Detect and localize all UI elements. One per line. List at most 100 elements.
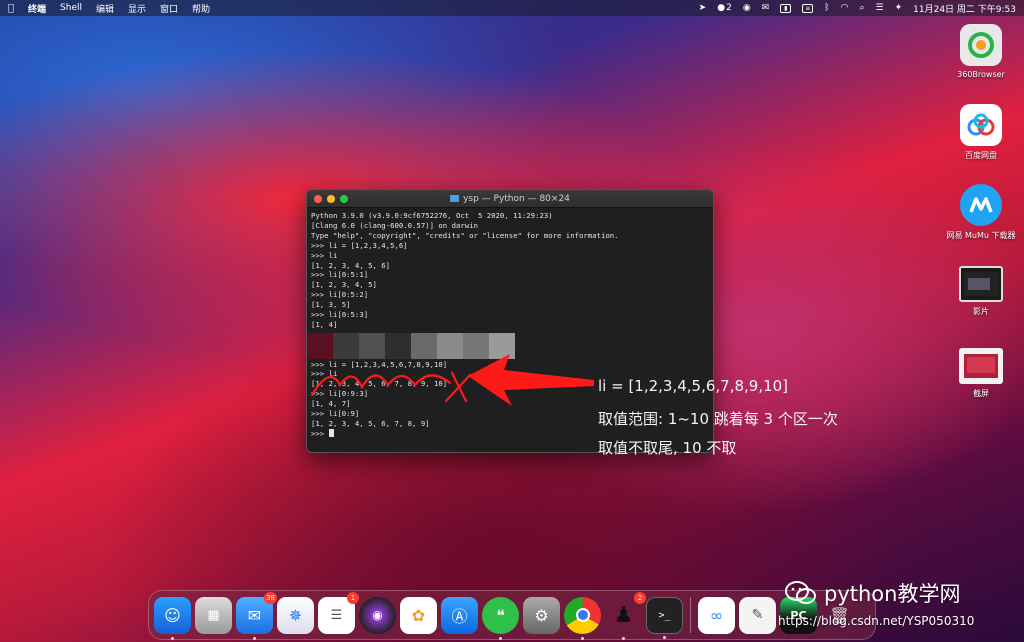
- annotation-line-2: 取值范围: 1~10 跳着每 3 个区一次: [598, 410, 838, 428]
- menu-help[interactable]: 帮助: [192, 2, 210, 15]
- desktop-icon-label: 截屏: [973, 389, 989, 398]
- zoom-button[interactable]: [340, 195, 348, 203]
- red-scribble-mark: [310, 371, 472, 403]
- wechat-icon: ❝: [496, 605, 505, 625]
- terminal-title: ysp — Python — 80×24: [463, 193, 570, 204]
- watermark-brand: python教学网: [784, 578, 960, 608]
- desktop-icon-screenshot[interactable]: 截屏: [946, 348, 1016, 399]
- terminal-line: [1, 4]: [311, 319, 338, 329]
- terminal-line: Type "help", "copyright", "credits" or "…: [311, 230, 619, 240]
- search-icon[interactable]: ⌕: [859, 3, 864, 13]
- annotation-line-1: li = [1,2,3,4,5,6,7,8,9,10]: [598, 377, 789, 395]
- watermark-url: https://blog.csdn.net/YSP050310: [778, 614, 975, 628]
- terminal-line: Python 3.9.0 (v3.9.0:9cf6752276, Oct 5 2…: [311, 211, 553, 220]
- bluetooth-icon[interactable]: ᛒ: [824, 3, 829, 13]
- reminders-badge: 1: [347, 591, 359, 604]
- wechat-status-icon[interactable]: ✉: [762, 3, 770, 13]
- apple-menu-icon[interactable]: : [8, 3, 14, 14]
- folder-icon: [450, 195, 460, 202]
- safari-compass-icon: ✵: [288, 605, 303, 625]
- annotation-line-3: 取值不取尾, 10 不取: [598, 439, 737, 457]
- screenshot-icon: [959, 348, 1003, 384]
- desktop-icon-baidu-netdisk[interactable]: 百度网盘: [946, 104, 1016, 161]
- terminal-line: >>> li: [311, 250, 338, 260]
- mail-badge: 38: [264, 591, 277, 604]
- dock-safari[interactable]: ✵: [277, 596, 314, 634]
- location-icon[interactable]: ➤: [699, 3, 707, 13]
- baidu-netdisk-dock-icon: ∞: [709, 605, 724, 625]
- user-icon: ●: [717, 3, 726, 13]
- running-indicator: [499, 636, 502, 640]
- desktop-icon-label: 360Browser: [957, 70, 1005, 79]
- menu-view[interactable]: 显示: [128, 2, 146, 15]
- dock-separator: [690, 597, 691, 633]
- siri-orb-icon: ◉: [372, 608, 383, 622]
- gear-icon: ⚙: [534, 605, 549, 625]
- app-store-icon: Ⓐ: [451, 607, 468, 626]
- dock-mail[interactable]: ✉ 38: [236, 591, 277, 640]
- wifi-icon[interactable]: ◠: [841, 3, 849, 13]
- clipboard-icon[interactable]: ≡: [802, 3, 814, 13]
- close-button[interactable]: [314, 195, 322, 203]
- battery-icon[interactable]: ▮: [780, 3, 792, 13]
- siri-icon[interactable]: ✦: [895, 3, 903, 13]
- dock-reminders[interactable]: ☰ 1: [318, 591, 359, 634]
- menu-edit[interactable]: 编辑: [96, 2, 114, 15]
- text-cursor: [328, 428, 334, 437]
- red-arrow-icon: [468, 354, 594, 406]
- qq-penguin-icon: ♟: [613, 602, 634, 628]
- desktop-icon-label: 网易 MuMu 下载器: [946, 231, 1016, 240]
- terminal-prompt: >>>: [311, 428, 329, 438]
- menu-window[interactable]: 窗口: [160, 2, 178, 15]
- terminal-line: >>> li[0:5:3]: [311, 310, 369, 320]
- media-icon[interactable]: ◉: [743, 3, 751, 13]
- dock-siri[interactable]: ◉: [359, 596, 396, 634]
- dock-chrome[interactable]: [564, 596, 601, 640]
- notification-status[interactable]: ● 2: [717, 3, 732, 13]
- reminders-icon: ☰: [330, 607, 343, 623]
- mumu-icon: [960, 184, 1002, 226]
- app-menu-terminal[interactable]: 终端: [28, 2, 46, 15]
- running-indicator: [663, 635, 666, 639]
- menu-bar:  终端 Shell 编辑 显示 窗口 帮助 ➤ ●2 ◉ ✉ ▮ ≡ ᛒ ◠ …: [0, 0, 1024, 16]
- dock-finder[interactable]: ☺: [154, 596, 191, 640]
- terminal-line: [1, 2, 3, 4, 5]: [311, 280, 377, 290]
- menu-shell[interactable]: Shell: [60, 3, 82, 13]
- terminal-line: [1, 2, 3, 4, 5, 6]: [311, 260, 391, 270]
- 360-browser-icon: [960, 24, 1002, 66]
- chrome-icon: [575, 608, 590, 622]
- terminal-line: [Clang 6.0 (clang-600.0.57)] on darwin: [311, 220, 478, 230]
- dock-wechat[interactable]: ❝: [482, 596, 519, 640]
- dock-textedit[interactable]: ✎: [739, 596, 776, 634]
- wechat-logo-icon: [785, 581, 816, 604]
- dock-qq[interactable]: ♟ 2: [605, 591, 646, 640]
- terminal-line: [1, 3, 5]: [311, 300, 351, 310]
- dock-app-store[interactable]: Ⓐ: [441, 596, 478, 634]
- dock: ☺ ▦ ✉ 38 ✵ ☰ 1 ◉ ✿ Ⓐ ❝ ⚙ ♟ 2 >_ ∞ ✎ PC 🗑: [148, 590, 876, 640]
- terminal-titlebar[interactable]: ysp — Python — 80×24: [307, 190, 713, 208]
- terminal-line: >>> li[0:5:2]: [311, 290, 369, 300]
- finder-icon: ☺: [164, 605, 181, 625]
- terminal-icon: >_: [658, 609, 671, 621]
- dock-baidu-netdisk[interactable]: ∞: [698, 596, 735, 634]
- control-center-icon[interactable]: ☰: [876, 3, 884, 13]
- dock-launchpad[interactable]: ▦: [195, 596, 232, 634]
- minimize-button[interactable]: [327, 195, 335, 203]
- desktop-icon-movie[interactable]: 影片: [946, 266, 1016, 317]
- desktop-icon-label: 影片: [973, 307, 989, 316]
- watermark-brand-text: python教学网: [824, 582, 961, 606]
- photos-flower-icon: ✿: [411, 605, 426, 625]
- dock-photos[interactable]: ✿: [400, 596, 437, 634]
- dock-system-preferences[interactable]: ⚙: [523, 596, 560, 634]
- running-indicator: [622, 636, 625, 640]
- textedit-icon: ✎: [751, 607, 764, 623]
- terminal-line: >>> li[0:5:1]: [311, 270, 369, 280]
- desktop-icon-360browser[interactable]: 360Browser: [946, 24, 1016, 79]
- terminal-line: >>> li = [1,2,3,4,5,6]: [311, 240, 408, 250]
- dock-terminal[interactable]: >_: [646, 596, 683, 639]
- running-indicator: [581, 636, 584, 640]
- running-indicator: [171, 636, 174, 640]
- mail-icon: ✉: [247, 605, 262, 625]
- clock-text[interactable]: 11月24日 周二 下午9:53: [913, 2, 1016, 15]
- desktop-icon-mumu[interactable]: 网易 MuMu 下载器: [946, 184, 1016, 241]
